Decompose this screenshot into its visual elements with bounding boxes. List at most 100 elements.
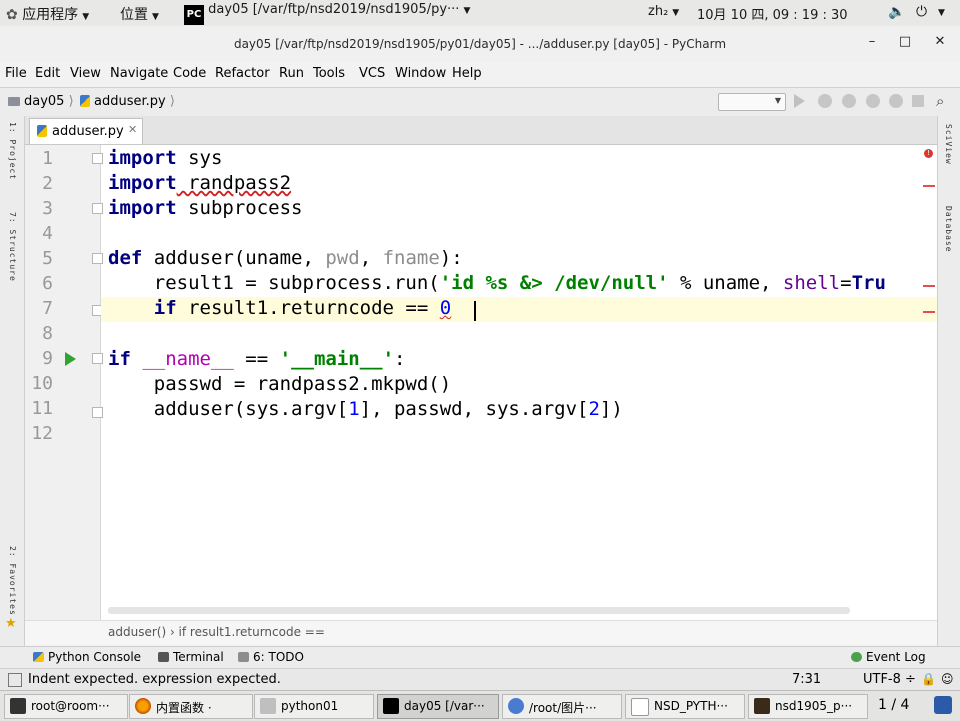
favorites-tool-tab[interactable]: 2: Favorites xyxy=(8,546,17,616)
event-log-icon xyxy=(851,652,862,662)
sciview-tool-tab[interactable]: SciView xyxy=(944,124,953,165)
event-log-tab[interactable]: Event Log xyxy=(851,650,926,664)
run-icon[interactable] xyxy=(794,94,805,108)
search-icon[interactable]: ⌕ xyxy=(936,92,944,110)
navigation-bar: day05 ⟩ adduser.py ⟩ ▼ ⌕ xyxy=(0,87,960,117)
chevron-down-icon: ▼ xyxy=(774,96,781,105)
document-icon xyxy=(631,698,649,716)
menu-help[interactable]: Help xyxy=(452,66,482,81)
window-title: day05 [/var/ftp/nsd2019/nsd1905/py01/day… xyxy=(233,37,727,51)
star-icon: ★ xyxy=(5,616,17,631)
nav-project-crumb[interactable]: day05 ⟩ xyxy=(8,94,74,109)
terminal-icon xyxy=(10,698,26,714)
debug-icon[interactable] xyxy=(818,94,832,108)
chevron-right-icon: ⟩ xyxy=(165,94,175,109)
taskbar-item-terminal[interactable]: root@room··· xyxy=(4,694,128,719)
menu-tools[interactable]: Tools xyxy=(313,66,345,81)
code-line-3: import subprocess xyxy=(108,197,303,219)
python-file-icon xyxy=(37,125,47,137)
horizontal-scrollbar[interactable] xyxy=(108,607,850,614)
taskbar-item-pycharm[interactable]: day05 [/var··· xyxy=(377,694,499,719)
database-tool-tab[interactable]: Database xyxy=(944,206,953,253)
menu-view[interactable]: View xyxy=(70,66,101,81)
text-caret xyxy=(474,301,476,321)
error-indicator-icon[interactable]: ! xyxy=(924,149,933,158)
close-button[interactable]: ✕ xyxy=(930,34,950,49)
lock-icon[interactable]: 🔒 xyxy=(921,672,936,686)
tool-windows-bar: Python Console Terminal 6: TODO Event Lo… xyxy=(0,646,960,669)
profile-icon[interactable] xyxy=(866,94,880,108)
error-stripe-mark[interactable] xyxy=(923,185,935,187)
nav-file-crumb[interactable]: adduser.py ⟩ xyxy=(80,94,175,109)
taskbar: root@room··· 内置函数 · python01 day05 [/var… xyxy=(0,690,960,721)
line-number: 7 xyxy=(42,298,53,319)
clock[interactable]: 10月 10 四, 09 : 19 : 30 xyxy=(697,4,848,23)
fold-marker-icon[interactable] xyxy=(92,153,103,164)
error-stripe-mark[interactable] xyxy=(923,311,935,313)
taskbar-item-media[interactable]: nsd1905_p··· xyxy=(748,694,868,719)
workspace-switcher[interactable]: 1 / 4 xyxy=(878,697,909,713)
run-gutter-icon[interactable] xyxy=(65,352,76,366)
volume-icon[interactable]: 🔈 xyxy=(888,4,905,20)
menu-code[interactable]: Code xyxy=(173,66,206,81)
close-icon[interactable]: ✕ xyxy=(128,123,137,136)
menu-refactor[interactable]: Refactor xyxy=(215,66,270,81)
file-encoding[interactable]: UTF-8 ÷ xyxy=(863,672,916,687)
chevron-down-icon: ▼ xyxy=(672,8,680,18)
code-line-10: passwd = randpass2.mkpwd() xyxy=(108,373,452,395)
code-editor[interactable]: 1 2 3 4 5 6 7 8 9 10 11 12 import sys im… xyxy=(25,145,937,620)
chevron-right-icon: ⟩ xyxy=(64,94,74,109)
status-toggle-icon[interactable] xyxy=(8,673,22,687)
line-number: 9 xyxy=(42,348,53,369)
taskbar-item-firefox[interactable]: 内置函数 · xyxy=(129,694,253,719)
taskbar-item-files[interactable]: python01 xyxy=(254,694,374,719)
taskbar-item-document[interactable]: NSD_PYTH··· xyxy=(625,694,745,719)
chevron-down-icon: ▼ xyxy=(463,6,471,16)
menu-edit[interactable]: Edit xyxy=(35,66,60,81)
editor-gutter: 1 2 3 4 5 6 7 8 9 10 11 12 xyxy=(25,145,103,620)
line-number: 5 xyxy=(42,248,53,269)
structure-tool-tab[interactable]: 7: Structure xyxy=(8,212,17,282)
taskbar-item-image-viewer[interactable]: /root/图片··· xyxy=(502,694,622,719)
todo-tab[interactable]: 6: TODO xyxy=(238,650,304,664)
menu-vcs[interactable]: VCS xyxy=(359,66,385,81)
fold-marker-icon[interactable] xyxy=(92,253,103,264)
fold-marker-icon[interactable] xyxy=(92,203,103,214)
code-line-2: import randpass2 xyxy=(108,172,292,194)
coverage-icon[interactable] xyxy=(842,94,856,108)
fold-marker-icon[interactable] xyxy=(92,353,103,364)
maximize-button[interactable]: □ xyxy=(895,34,915,49)
caret-position[interactable]: 7:31 xyxy=(792,672,821,687)
menu-run[interactable]: Run xyxy=(279,66,304,81)
apps-menu[interactable]: ✿ 应用程序 ▼ xyxy=(6,4,89,24)
python-console-tab[interactable]: Python Console xyxy=(33,650,141,664)
tab-adduser-py[interactable]: adduser.py ✕ xyxy=(29,118,143,144)
chevron-down-icon[interactable]: ▼ xyxy=(938,8,945,18)
menu-window[interactable]: Window xyxy=(395,66,446,81)
terminal-icon xyxy=(158,652,169,662)
active-window-indicator[interactable]: PC day05 [/var/ftp/nsd2019/nsd1905/py···… xyxy=(184,2,470,25)
status-bar: Indent expected. expression expected. 7:… xyxy=(0,668,960,691)
menu-file[interactable]: File xyxy=(5,66,27,81)
concurrency-icon[interactable] xyxy=(889,94,903,108)
input-method-indicator[interactable]: zh₂ ▼ xyxy=(648,4,679,19)
breadcrumb-path[interactable]: adduser() › if result1.returncode == xyxy=(108,625,325,639)
project-tool-tab[interactable]: 1: Project xyxy=(8,122,17,180)
fold-marker-icon[interactable] xyxy=(92,407,103,418)
run-configuration-select[interactable]: ▼ xyxy=(718,93,786,111)
places-menu[interactable]: 位置 ▼ xyxy=(120,4,159,24)
inspector-icon[interactable]: ☺ xyxy=(941,672,954,686)
power-icon[interactable]: ⏻ xyxy=(916,4,927,20)
terminal-tab[interactable]: Terminal xyxy=(158,650,224,664)
top-panel: ✿ 应用程序 ▼ 位置 ▼ PC day05 [/var/ftp/nsd2019/n… xyxy=(0,0,960,27)
firefox-icon xyxy=(135,698,151,714)
chevron-down-icon: ▼ xyxy=(152,12,159,22)
workspace-icon[interactable] xyxy=(934,696,952,714)
minimize-button[interactable]: – xyxy=(862,34,882,49)
menu-navigate[interactable]: Navigate xyxy=(110,66,168,81)
tab-label: adduser.py xyxy=(52,124,124,139)
code-line-11: adduser(sys.argv[1], passwd, sys.argv[2]… xyxy=(108,398,623,420)
stop-icon[interactable] xyxy=(912,95,924,107)
code-line-6: result1 = subprocess.run('id %s &> /dev/… xyxy=(108,272,886,294)
error-stripe-mark[interactable] xyxy=(923,285,935,287)
